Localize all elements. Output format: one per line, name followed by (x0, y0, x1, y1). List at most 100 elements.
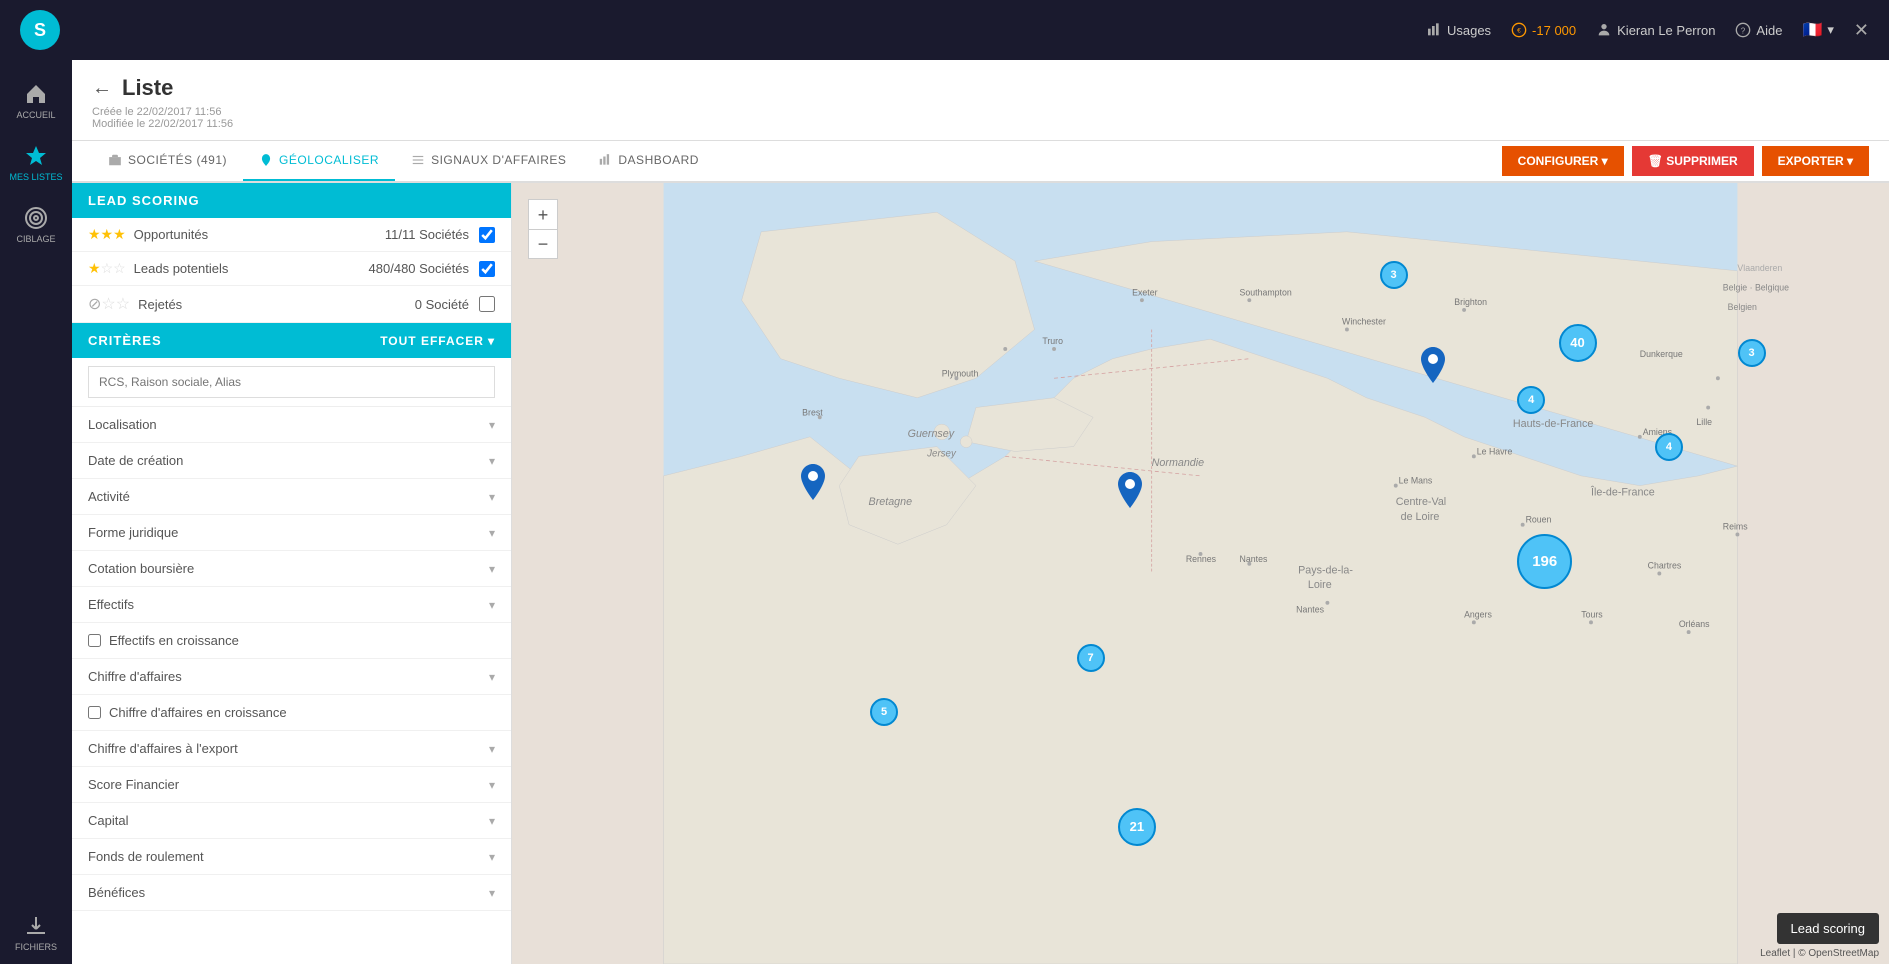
filter-effectifs-croissance: Effectifs en croissance (72, 623, 511, 659)
filter-score-financier[interactable]: Score Financier ▾ (72, 767, 511, 803)
lead-scoring-tooltip: Lead scoring (1777, 913, 1879, 944)
svg-text:Centre-Val: Centre-Val (1396, 496, 1446, 508)
tab-signaux[interactable]: SIGNAUX D'AFFAIRES (395, 141, 582, 181)
svg-text:Exeter: Exeter (1132, 287, 1157, 297)
criteres-header: CRITÈRES Tout effacer ▾ (72, 323, 511, 358)
leads-label: Leads potentiels (134, 261, 369, 276)
exporter-button[interactable]: EXPORTER ▾ (1762, 146, 1869, 176)
rejetes-count: 0 Société (415, 297, 469, 312)
filter-localisation[interactable]: Localisation ▾ (72, 407, 511, 443)
checkbox-effectifs-croissance[interactable] (88, 634, 101, 647)
svg-text:Orléans: Orléans (1679, 619, 1710, 629)
zoom-out-button[interactable]: − (528, 229, 558, 259)
svg-text:Belgien: Belgien (1728, 302, 1757, 312)
tab-bar: SOCIÉTÉS (491) GÉOLOCALISER SIGNAUX D'AF… (72, 141, 735, 181)
modified-date: Modifiée le 22/02/2017 11:56 (92, 118, 1869, 130)
filter-arrow-benefices: ▾ (489, 886, 495, 900)
svg-text:Nantes: Nantes (1296, 605, 1324, 615)
navbar-right: Usages € -17 000 Kieran Le Perron ? Aide… (1426, 20, 1869, 41)
tab-geolocaliser[interactable]: GÉOLOCALISER (243, 141, 395, 181)
cluster-marker-40[interactable]: 40 (1559, 324, 1597, 362)
svg-text:Jersey: Jersey (926, 448, 957, 459)
filter-benefices[interactable]: Bénéfices ▾ (72, 875, 511, 911)
leads-checkbox[interactable] (479, 261, 495, 277)
filter-arrow-forme: ▾ (489, 526, 495, 540)
svg-text:Reims: Reims (1723, 522, 1748, 532)
opportunites-checkbox[interactable] (479, 227, 495, 243)
search-input[interactable] (88, 366, 495, 398)
user-menu[interactable]: Kieran Le Perron (1596, 22, 1715, 38)
svg-text:Plymouth: Plymouth (942, 368, 979, 378)
svg-text:Lille: Lille (1696, 417, 1712, 427)
opportunites-label: Opportunités (134, 227, 385, 242)
sidebar-item-fichiers[interactable]: FICHIERS (0, 902, 72, 964)
usages-link[interactable]: Usages (1426, 22, 1491, 38)
svg-text:Chartres: Chartres (1648, 561, 1682, 571)
created-date: Créée le 22/02/2017 11:56 (92, 106, 1869, 118)
filter-forme-juridique[interactable]: Forme juridique ▾ (72, 515, 511, 551)
svg-text:Truro: Truro (1042, 336, 1063, 346)
sidebar: ACCUEIL MES LISTES CIBLAGE FICHIERS (0, 60, 72, 964)
filter-capital[interactable]: Capital ▾ (72, 803, 511, 839)
svg-text:Normandie: Normandie (1152, 457, 1204, 469)
map-area[interactable]: Guernsey Jersey Normandie Bretagne Pays-… (512, 183, 1889, 964)
stars-rejetes: ⊘☆☆ (88, 294, 130, 314)
svg-text:Pays-de-la-: Pays-de-la- (1298, 565, 1353, 577)
cluster-marker-7[interactable]: 7 (1077, 644, 1105, 672)
map-svg: Guernsey Jersey Normandie Bretagne Pays-… (512, 183, 1889, 964)
tab-societes[interactable]: SOCIÉTÉS (491) (92, 141, 243, 181)
app-logo: S (20, 10, 60, 50)
back-button[interactable]: ← (92, 77, 112, 100)
filter-arrow-activite: ▾ (489, 490, 495, 504)
tab-dashboard[interactable]: DASHBOARD (582, 141, 715, 181)
cluster-marker-3-right[interactable]: 3 (1738, 339, 1766, 367)
filter-fonds-roulement[interactable]: Fonds de roulement ▾ (72, 839, 511, 875)
lead-scoring-row-opportunites: ★★★ Opportunités 11/11 Sociétés (72, 218, 511, 252)
cluster-marker-4-mid[interactable]: 4 (1655, 433, 1683, 461)
svg-text:Southampton: Southampton (1240, 287, 1292, 297)
svg-text:Le Mans: Le Mans (1399, 476, 1433, 486)
content-area: LEAD SCORING ★★★ Opportunités 11/11 Soci… (72, 183, 1889, 964)
svg-text:?: ? (1741, 26, 1746, 35)
svg-text:Nantes: Nantes (1240, 554, 1268, 564)
filter-arrow-fonds: ▾ (489, 850, 495, 864)
rejetes-checkbox[interactable] (479, 296, 495, 312)
filter-arrow-ca-export: ▾ (489, 742, 495, 756)
svg-text:Hauts-de-France: Hauts-de-France (1513, 418, 1593, 430)
zoom-in-button[interactable]: + (528, 199, 558, 229)
filter-ca-croissance: Chiffre d'affaires en croissance (72, 695, 511, 731)
configurer-button[interactable]: CONFIGURER ▾ (1502, 146, 1624, 176)
svg-text:Bretagne: Bretagne (869, 496, 913, 508)
checkbox-ca-croissance[interactable] (88, 706, 101, 719)
filter-cotation[interactable]: Cotation boursière ▾ (72, 551, 511, 587)
cluster-marker-3-top[interactable]: 3 (1380, 261, 1408, 289)
sidebar-item-ciblage[interactable]: CIBLAGE (0, 194, 72, 256)
svg-text:Tours: Tours (1581, 609, 1603, 619)
page-title: Liste (122, 75, 173, 101)
opportunites-count: 11/11 Sociétés (385, 227, 469, 242)
svg-text:Dunkerque: Dunkerque (1640, 349, 1683, 359)
svg-text:Belgie · Belgique: Belgie · Belgique (1723, 282, 1789, 292)
filter-chiffre-affaires[interactable]: Chiffre d'affaires ▾ (72, 659, 511, 695)
svg-text:Guernsey: Guernsey (908, 428, 955, 440)
language-selector[interactable]: 🇫🇷 ▾ (1802, 20, 1833, 40)
svg-text:Angers: Angers (1464, 609, 1492, 619)
filter-effectifs[interactable]: Effectifs ▾ (72, 587, 511, 623)
svg-text:€: € (1517, 28, 1521, 35)
close-button[interactable]: ✕ (1854, 20, 1869, 41)
filter-activite[interactable]: Activité ▾ (72, 479, 511, 515)
svg-text:Rennes: Rennes (1186, 554, 1217, 564)
sidebar-item-accueil[interactable]: ACCUEIL (0, 70, 72, 132)
page-header: ← Liste Créée le 22/02/2017 11:56 Modifi… (72, 60, 1889, 141)
tout-effacer-button[interactable]: Tout effacer ▾ (380, 334, 495, 348)
sidebar-item-mes-listes[interactable]: MES LISTES (0, 132, 72, 194)
navbar: S Usages € -17 000 Kieran Le Perron ? Ai… (0, 0, 1889, 60)
svg-text:de Loire: de Loire (1401, 511, 1440, 523)
filter-date-creation[interactable]: Date de création ▾ (72, 443, 511, 479)
supprimer-button[interactable]: 🗑 SUPPRIMER (1632, 146, 1754, 176)
filter-ca-export[interactable]: Chiffre d'affaires à l'export ▾ (72, 731, 511, 767)
lead-scoring-header: LEAD SCORING (72, 183, 511, 218)
help-link[interactable]: ? Aide (1735, 22, 1782, 38)
cluster-marker-21[interactable]: 21 (1118, 808, 1156, 846)
credits-display: € -17 000 (1511, 22, 1576, 38)
